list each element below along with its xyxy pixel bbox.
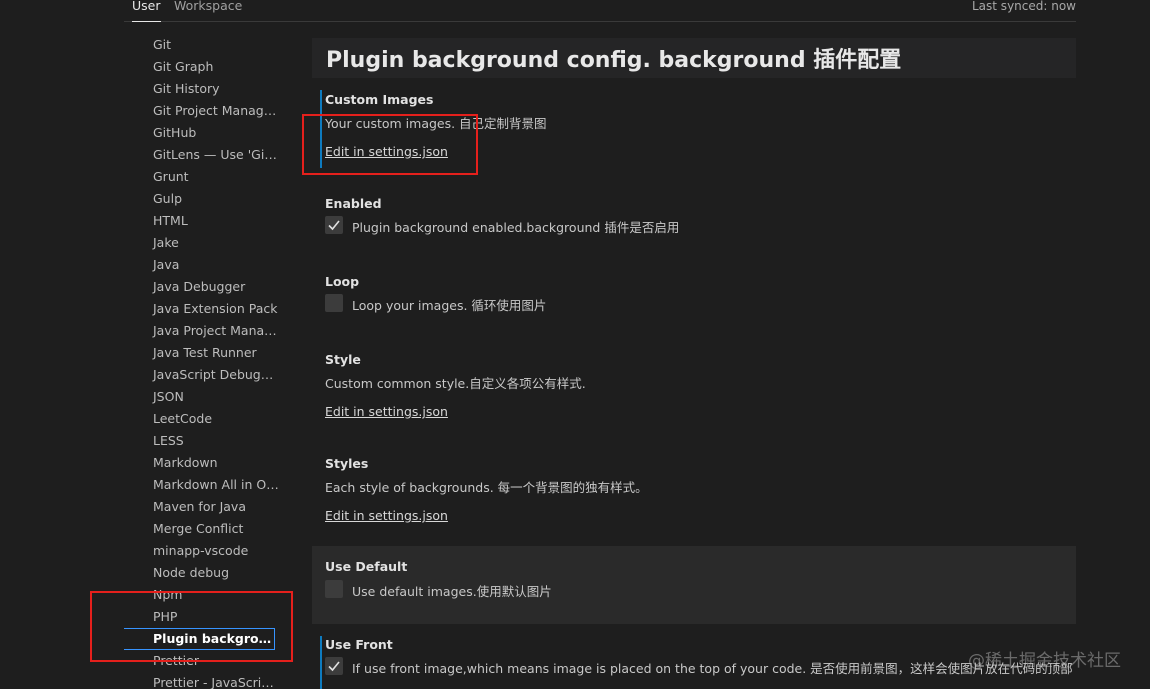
use-default-checkbox[interactable]	[325, 580, 343, 598]
setting-enabled: Enabled Plugin background enabled.backgr…	[312, 194, 1076, 250]
sidebar-item[interactable]: Java	[124, 254, 280, 276]
sidebar-item[interactable]: LESS	[124, 430, 280, 452]
check-icon	[328, 220, 340, 231]
sidebar-item[interactable]: Git	[124, 34, 280, 56]
setting-use-front: Use Front If use front image,which means…	[312, 636, 1076, 689]
sidebar-item[interactable]: Merge Conflict	[124, 518, 280, 540]
edit-in-settings-json-link[interactable]: Edit in settings.json	[325, 404, 448, 419]
sidebar-item[interactable]: Git History	[124, 78, 280, 100]
sidebar-item[interactable]: Gulp	[124, 188, 280, 210]
setting-title: Use Front	[325, 637, 393, 652]
setting-description: Custom common style.自定义各项公有样式.	[325, 376, 586, 391]
checkbox-label: Loop your images. 循环使用图片	[352, 298, 547, 313]
setting-style: Style Custom common style.自定义各项公有样式. Edi…	[312, 350, 1076, 434]
sidebar-item[interactable]: JavaScript Debugger	[124, 364, 280, 386]
enabled-checkbox[interactable]	[325, 216, 343, 234]
setting-title: Custom Images	[325, 92, 434, 107]
use-front-checkbox[interactable]	[325, 657, 343, 675]
loop-checkbox[interactable]	[325, 294, 343, 312]
setting-styles: Styles Each style of backgrounds. 每一个背景图…	[312, 454, 1076, 538]
last-synced-status: Last synced: now	[972, 0, 1076, 13]
setting-title: Style	[325, 352, 361, 367]
sidebar-item[interactable]: LeetCode	[124, 408, 280, 430]
sidebar-item[interactable]: GitLens — Use 'Git...	[124, 144, 280, 166]
check-icon	[328, 661, 340, 672]
checkbox-label: Use default images.使用默认图片	[352, 584, 552, 599]
setting-title: Enabled	[325, 196, 382, 211]
focus-indicator	[320, 636, 322, 689]
setting-title: Styles	[325, 456, 369, 471]
setting-use-default: Use Default Use default images.使用默认图片	[312, 546, 1076, 624]
page-title: Plugin background config. background 插件配…	[326, 48, 902, 73]
sidebar-item[interactable]: Java Test Runner	[124, 342, 280, 364]
annotation-box-plugin-background	[90, 591, 293, 662]
checkbox-label: Plugin background enabled.background 插件是…	[352, 220, 680, 235]
tab-workspace[interactable]: Workspace	[174, 0, 242, 22]
sidebar-item[interactable]: GitHub	[124, 122, 280, 144]
sidebar-item[interactable]: Java Extension Pack	[124, 298, 280, 320]
sidebar-item[interactable]: Grunt	[124, 166, 280, 188]
checkbox-label: If use front image,which means image is …	[352, 661, 1073, 676]
sidebar-item[interactable]: Maven for Java	[124, 496, 280, 518]
sidebar-item[interactable]: Markdown All in One	[124, 474, 280, 496]
edit-in-settings-json-link[interactable]: Edit in settings.json	[325, 508, 448, 523]
sidebar-item[interactable]: Node debug	[124, 562, 280, 584]
setting-title: Use Default	[325, 559, 408, 574]
settings-scope-tabs: User Workspace Last synced: now	[124, 0, 1076, 22]
section-header: Plugin background config. background 插件配…	[312, 38, 1076, 78]
tab-user[interactable]: User	[132, 0, 161, 22]
sidebar-item[interactable]: HTML	[124, 210, 280, 232]
setting-loop: Loop Loop your images. 循环使用图片	[312, 272, 1076, 328]
sidebar-item[interactable]: Prettier - JavaScript...	[124, 672, 280, 689]
setting-description: Each style of backgrounds. 每一个背景图的独有样式。	[325, 480, 648, 495]
sidebar-item[interactable]: JSON	[124, 386, 280, 408]
sidebar-item[interactable]: Jake	[124, 232, 280, 254]
sidebar-item[interactable]: minapp-vscode	[124, 540, 280, 562]
setting-title: Loop	[325, 274, 360, 289]
watermark: @稀土掘金技术社区	[968, 651, 1121, 671]
annotation-box-custom-images	[302, 114, 478, 175]
sidebar-item[interactable]: Java Debugger	[124, 276, 280, 298]
sidebar-item[interactable]: Git Graph	[124, 56, 280, 78]
sidebar-item[interactable]: Git Project Manage...	[124, 100, 280, 122]
sidebar-item[interactable]: Java Project Manag...	[124, 320, 280, 342]
sidebar-item[interactable]: Markdown	[124, 452, 280, 474]
